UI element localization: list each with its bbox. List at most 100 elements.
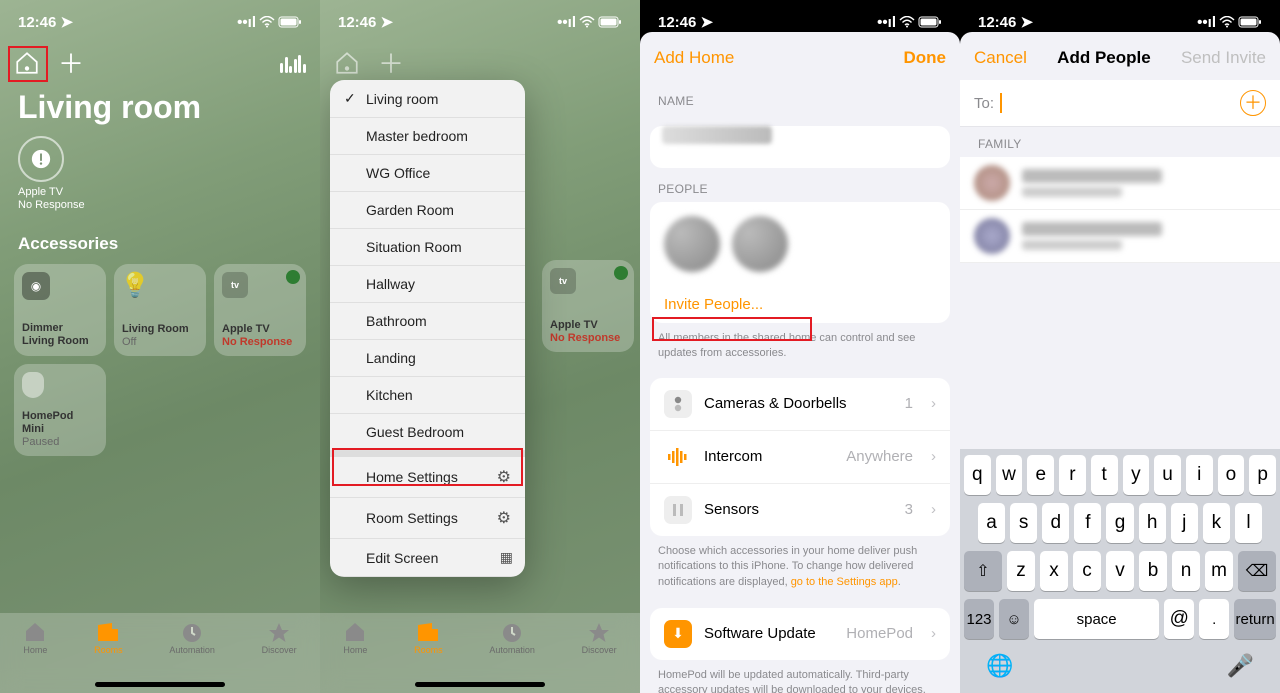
key[interactable]: w — [996, 455, 1023, 495]
invite-people-button[interactable]: Invite People... — [650, 286, 950, 323]
options-icon[interactable] — [280, 53, 306, 73]
room-item[interactable]: Hallway — [330, 266, 525, 303]
key[interactable]: u — [1154, 455, 1181, 495]
key[interactable]: p — [1249, 455, 1276, 495]
person-avatar[interactable] — [664, 216, 720, 272]
cancel-button[interactable]: Cancel — [974, 48, 1027, 68]
done-button[interactable]: Done — [904, 48, 947, 68]
tile-bulb[interactable]: 💡 Living RoomOff — [114, 264, 206, 356]
add-contact-icon[interactable]: ＋ — [1240, 90, 1266, 116]
tab-automation[interactable]: Automation — [169, 621, 215, 655]
key[interactable]: f — [1074, 503, 1101, 543]
mic-key[interactable]: 🎤 — [1227, 653, 1254, 679]
home-switcher-icon[interactable] — [14, 50, 40, 76]
settings-app-link[interactable]: go to the Settings app — [791, 576, 898, 588]
pane-rooms: 12:46 ➤ ••ıl ＋ Living room Apple TVNo Re… — [0, 0, 320, 693]
gear-icon: ⚙ — [497, 467, 511, 487]
edit-screen-item[interactable]: Edit Screen▦ — [330, 539, 525, 577]
room-item[interactable]: Situation Room — [330, 229, 525, 266]
at-key[interactable]: @ — [1164, 599, 1194, 639]
key[interactable]: h — [1139, 503, 1166, 543]
avatar — [974, 218, 1010, 254]
family-contact[interactable] — [960, 157, 1280, 210]
row-cameras[interactable]: Cameras & Doorbells1› — [650, 378, 950, 431]
key[interactable]: d — [1042, 503, 1069, 543]
room-item[interactable]: Master bedroom — [330, 118, 525, 155]
intercom-icon — [664, 443, 692, 471]
name-section-label: NAME — [640, 80, 960, 114]
battery-icon — [598, 16, 622, 28]
numbers-key[interactable]: 123 — [964, 599, 994, 639]
room-item[interactable]: Kitchen — [330, 377, 525, 414]
key[interactable]: o — [1218, 455, 1245, 495]
key[interactable]: m — [1205, 551, 1233, 591]
tab-rooms[interactable]: Rooms — [94, 621, 123, 655]
tile-homepod[interactable]: HomePod MiniPaused — [14, 364, 106, 456]
sensor-icon — [664, 496, 692, 524]
key[interactable]: k — [1203, 503, 1230, 543]
family-contact[interactable] — [960, 210, 1280, 263]
key[interactable]: g — [1106, 503, 1133, 543]
person-avatar[interactable] — [732, 216, 788, 272]
chevron-icon: › — [931, 625, 936, 642]
return-key[interactable]: return — [1234, 599, 1276, 639]
key[interactable]: a — [978, 503, 1005, 543]
room-item[interactable]: Bathroom — [330, 303, 525, 340]
tab-discover[interactable]: Discover — [582, 621, 617, 655]
key[interactable]: y — [1123, 455, 1150, 495]
pane-add-people: 12:46 ➤ ••ıl Cancel Add People Send Invi… — [960, 0, 1280, 693]
shift-key[interactable]: ⇧ — [964, 551, 1002, 591]
wifi-icon — [899, 16, 915, 28]
dot-key[interactable]: . — [1199, 599, 1229, 639]
appletv-icon: tv — [222, 272, 248, 298]
row-sensors[interactable]: Sensors3› — [650, 484, 950, 536]
room-settings-item[interactable]: Room Settings⚙ — [330, 498, 525, 539]
key[interactable]: b — [1139, 551, 1167, 591]
key[interactable]: l — [1235, 503, 1262, 543]
home-switcher-icon[interactable] — [334, 50, 360, 76]
globe-key[interactable]: 🌐 — [986, 653, 1013, 679]
add-home-button[interactable]: Add Home — [654, 48, 734, 68]
room-item[interactable]: WG Office — [330, 155, 525, 192]
key[interactable]: s — [1010, 503, 1037, 543]
key[interactable]: c — [1073, 551, 1101, 591]
apple-tv-circle[interactable] — [18, 136, 64, 182]
emoji-key[interactable]: ☺ — [999, 599, 1029, 639]
tab-automation[interactable]: Automation — [489, 621, 535, 655]
home-name-input[interactable] — [650, 126, 950, 168]
key[interactable]: n — [1172, 551, 1200, 591]
key[interactable]: v — [1106, 551, 1134, 591]
backspace-key[interactable]: ⌫ — [1238, 551, 1276, 591]
room-item[interactable]: Garden Room — [330, 192, 525, 229]
row-intercom[interactable]: IntercomAnywhere› — [650, 431, 950, 484]
add-button[interactable]: ＋ — [58, 44, 84, 81]
home-settings-item[interactable]: Home Settings⚙ — [330, 451, 525, 498]
key[interactable]: i — [1186, 455, 1213, 495]
modal-title: Add People — [1057, 48, 1151, 68]
add-button[interactable]: ＋ — [378, 44, 404, 81]
key[interactable]: x — [1040, 551, 1068, 591]
key[interactable]: z — [1007, 551, 1035, 591]
room-item[interactable]: Landing — [330, 340, 525, 377]
access-list: Cameras & Doorbells1› IntercomAnywhere› … — [650, 378, 950, 536]
tile-appletv[interactable]: tv Apple TVNo Response — [214, 264, 306, 356]
tile-dimmer[interactable]: ◉ Dimmer Living Room — [14, 264, 106, 356]
key[interactable]: q — [964, 455, 991, 495]
tab-home[interactable]: Home — [23, 621, 47, 655]
chevron-icon: › — [931, 448, 936, 465]
camera-icon — [664, 390, 692, 418]
room-item[interactable]: Guest Bedroom — [330, 414, 525, 451]
tile-appletv[interactable]: tv Apple TVNo Response — [542, 260, 634, 352]
key[interactable]: e — [1027, 455, 1054, 495]
key[interactable]: r — [1059, 455, 1086, 495]
room-item[interactable]: ✓Living room — [330, 80, 525, 118]
tab-rooms[interactable]: Rooms — [414, 621, 443, 655]
space-key[interactable]: space — [1034, 599, 1159, 639]
homepod-icon — [22, 372, 44, 398]
tab-home[interactable]: Home — [343, 621, 367, 655]
key[interactable]: j — [1171, 503, 1198, 543]
tab-discover[interactable]: Discover — [262, 621, 297, 655]
key[interactable]: t — [1091, 455, 1118, 495]
to-field[interactable]: To: ＋ — [960, 80, 1280, 127]
row-software-update[interactable]: ⬇ Software UpdateHomePod› — [650, 608, 950, 660]
